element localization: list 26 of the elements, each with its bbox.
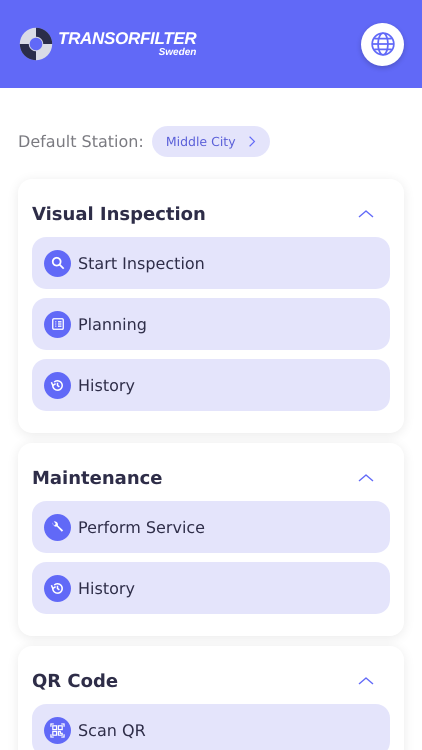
menu-item[interactable]: Scan QR	[32, 704, 390, 750]
menu-item[interactable]: History	[32, 562, 390, 614]
menu-item[interactable]: Start Inspection	[32, 237, 390, 289]
chevron-up-icon	[358, 209, 374, 219]
language-button[interactable]	[361, 22, 404, 66]
menu-item[interactable]: History	[32, 359, 390, 411]
logo-icon	[18, 26, 54, 62]
station-label: Default Station:	[18, 132, 144, 151]
history-icon	[50, 378, 65, 392]
search-icon	[50, 256, 64, 270]
menu-item[interactable]: Planning	[32, 298, 390, 350]
chevron-right-icon	[248, 135, 256, 148]
list-icon	[50, 317, 64, 331]
section-title: Maintenance	[32, 468, 163, 488]
menu-item[interactable]: Perform Service	[32, 501, 390, 553]
brand-region: Sweden	[158, 48, 196, 58]
qr-code-icon	[50, 722, 65, 738]
wrench-icon	[50, 520, 65, 534]
history-icon	[50, 580, 65, 596]
station-selector[interactable]: Middle City	[152, 126, 270, 157]
globe-icon	[370, 31, 396, 57]
chevron-up-icon	[358, 473, 374, 483]
section-title: QR Code	[32, 670, 118, 692]
chevron-up-icon	[358, 676, 374, 686]
section-title: Visual Inspection	[32, 204, 206, 224]
brand-name: TRANSORFILTER	[58, 30, 196, 47]
